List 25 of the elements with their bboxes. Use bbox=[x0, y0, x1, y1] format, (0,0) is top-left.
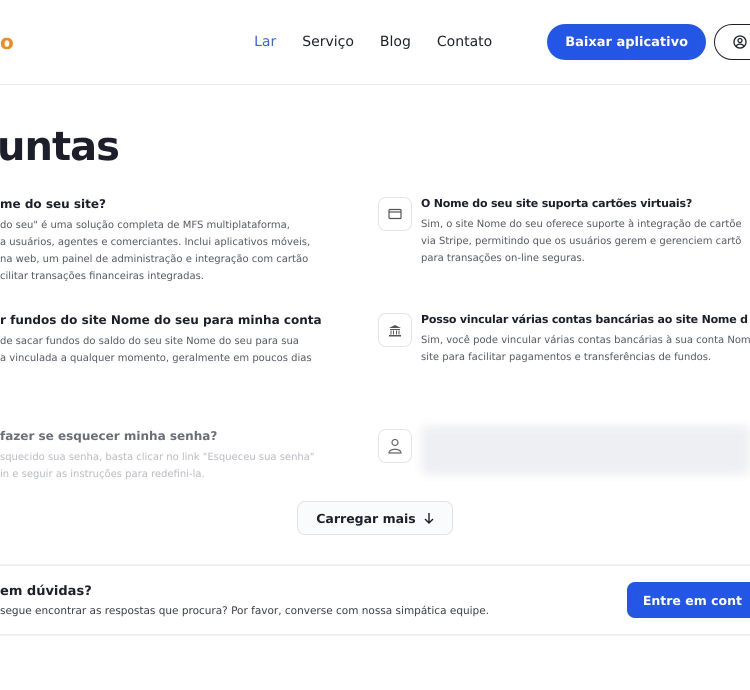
faq-question: O Nome do seu site suporta cartões virtuais? bbox=[421, 197, 694, 210]
faq-answer: de sacar fundos do saldo do seu site Nome do seu para sua a vinculada a qualquer momento, geralmente em poucos dias bbox=[0, 335, 313, 366]
faq-answer: Sim, você pode vincular várias contas bancárias à sua conta Nom site para facilitar pagamentos e transferências de fundos. bbox=[421, 334, 750, 365]
faq-question: me do seu site? bbox=[0, 197, 107, 211]
nav-link[interactable]: Lar bbox=[241, 34, 290, 50]
bank-icon bbox=[388, 324, 402, 336]
download-button[interactable]: Baixar aplicativo bbox=[547, 24, 706, 60]
faq-question: r fundos do site Nome do seu para minha conta bbox=[0, 313, 323, 327]
nav-link[interactable]: Blog bbox=[366, 34, 424, 50]
contact-button[interactable]: Entre em cont bbox=[626, 582, 750, 618]
contact-title: em dúvidas? bbox=[0, 584, 93, 598]
faq-answer: do seu" é uma solução completa de MFS multiplataforma, a usuários, agentes e comerciantes. Inclui aplicativos móveis, na web, um painel de administração e integração com cartão cilitar transações financeiras integradas. bbox=[0, 219, 312, 284]
faq-answer: squecido sua senha, basta clicar no link "Esqueceu sua senha" in e seguir as instruções para redefini-la. bbox=[0, 451, 316, 482]
faq-answer: Sim, o site Nome do seu oferece suporte à integração de cartõe via Stripe, permitindo que os usuários gerem e gerenciem cartõ para transações on-line seguras. bbox=[421, 218, 742, 266]
page-title: untas bbox=[0, 127, 120, 167]
user-icon bbox=[388, 438, 402, 454]
arrow-down-icon bbox=[424, 512, 434, 524]
nav-link[interactable]: Contato bbox=[424, 34, 506, 50]
user-icon bbox=[733, 35, 747, 49]
faq-question: Posso vincular várias contas bancárias ao site Nome d bbox=[421, 313, 749, 326]
load-more-button[interactable]: Carregar mais bbox=[297, 501, 453, 535]
faq-question: fazer se esquecer minha senha? bbox=[0, 429, 218, 443]
nav-link[interactable]: Serviço bbox=[289, 34, 367, 50]
card-icon bbox=[388, 208, 402, 220]
contact-text: segue encontrar as respostas que procura? Por favor, converse com nossa simpática equipe. bbox=[0, 604, 490, 616]
